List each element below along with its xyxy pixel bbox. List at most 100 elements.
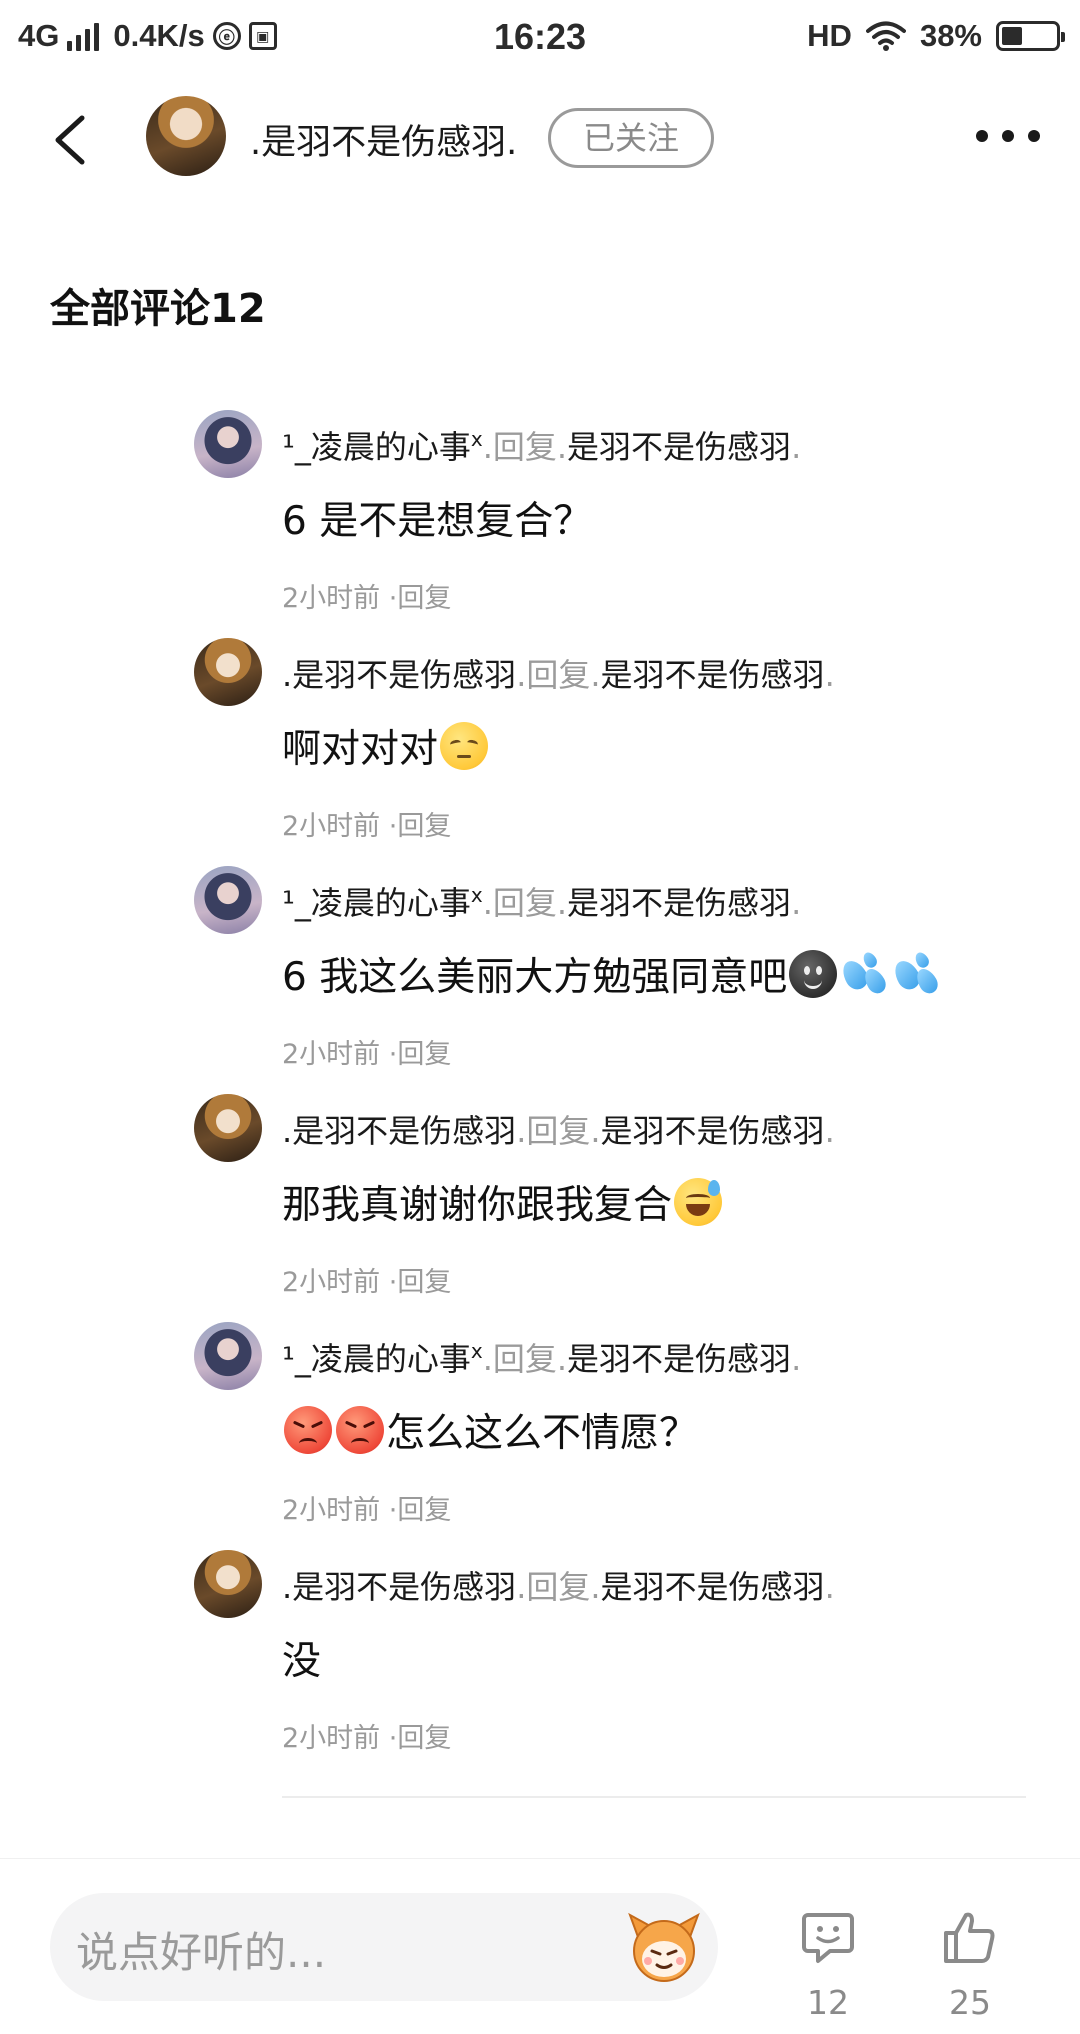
commenter-name-sup: x: [470, 427, 483, 451]
comment-input[interactable]: 说点好听的...: [50, 1893, 718, 2001]
comment-count: 12: [807, 1983, 849, 2022]
reply-separator: .回复.: [516, 656, 601, 694]
comment-meta: 2小时前 ·回复: [282, 1488, 451, 1527]
comment-text: 6 我这么美丽大方勉强同意吧: [282, 946, 943, 1002]
comment-header: .是羽不是伤感羽.回复.是羽不是伤感羽.: [282, 1562, 835, 1608]
comment-body: 啊对对对: [282, 727, 439, 772]
reply-link[interactable]: ·回复: [389, 1495, 452, 1526]
comment-meta: 2小时前 ·回复: [282, 576, 451, 615]
comment-bubble-icon[interactable]: [800, 1909, 856, 1965]
comment-time: 2小时前: [282, 1495, 381, 1526]
thumbs-up-icon[interactable]: [942, 1909, 998, 1965]
battery-percent: 38%: [919, 18, 982, 53]
reply-target-name[interactable]: 是羽不是伤感羽: [567, 428, 791, 466]
wifi-icon: [865, 21, 906, 51]
comment-header: ¹_凌晨的心事x.回复.是羽不是伤感羽.: [282, 422, 801, 468]
reply-separator: .回复.: [482, 1340, 568, 1378]
commenter-name[interactable]: ¹_凌晨的心事: [282, 428, 471, 466]
reply-target-name[interactable]: 是羽不是伤感羽: [601, 1568, 825, 1606]
reply-link[interactable]: ·回复: [389, 583, 452, 614]
reply-end-dot: .: [824, 656, 835, 694]
comment-body: 没: [282, 1639, 322, 1684]
reply-separator: .回复.: [516, 1568, 601, 1606]
commenter-avatar[interactable]: [194, 866, 262, 934]
follow-button[interactable]: 已关注: [548, 108, 714, 168]
author-name[interactable]: .是羽不是伤感羽.: [250, 114, 517, 165]
angry-face-icon: [336, 1406, 384, 1454]
commenter-name[interactable]: .是羽不是伤感羽: [282, 656, 516, 694]
commenter-name[interactable]: .是羽不是伤感羽: [282, 1112, 516, 1150]
angry-face-icon: [284, 1406, 332, 1454]
comment-meta: 2小时前 ·回复: [282, 1716, 451, 1755]
comments-heading: 全部评论12: [50, 286, 266, 332]
reply-end-dot: .: [791, 1340, 802, 1378]
reply-link[interactable]: ·回复: [389, 1039, 452, 1070]
sweat-smile-face-icon: [674, 1178, 723, 1226]
comment-header: .是羽不是伤感羽.回复.是羽不是伤感羽.: [282, 1106, 835, 1152]
status-bar: 4G 0.4K/s ⓔ ▣ 16:23 HD 38%: [0, 0, 1080, 76]
comment-item: ¹_凌晨的心事x.回复.是羽不是伤感羽. 6 是不是想复合？ 2小时前 ·回复: [0, 402, 1080, 630]
comment-body: 那我真谢谢你跟我复合: [282, 1183, 673, 1228]
comment-list: ¹_凌晨的心事x.回复.是羽不是伤感羽. 6 是不是想复合？ 2小时前 ·回复 …: [0, 402, 1080, 1770]
comment-body: 怎么这么不情愿？: [386, 1411, 699, 1456]
comment-time: 2小时前: [282, 1267, 381, 1298]
hd-label: HD: [807, 18, 852, 53]
reply-target-name[interactable]: 是羽不是伤感羽: [567, 884, 791, 922]
reply-target-name[interactable]: 是羽不是伤感羽: [601, 1112, 825, 1150]
mascot-emoji-icon[interactable]: [624, 1907, 704, 1987]
comment-item: .是羽不是伤感羽.回复.是羽不是伤感羽. 没 2小时前 ·回复: [0, 1542, 1080, 1770]
comment-time: 2小时前: [282, 1039, 381, 1070]
comment-text: 啊对对对: [282, 718, 490, 774]
reply-target-name[interactable]: 是羽不是伤感羽: [567, 1340, 791, 1378]
commenter-name[interactable]: .是羽不是伤感羽: [282, 1568, 516, 1606]
comment-page: 4G 0.4K/s ⓔ ▣ 16:23 HD 38% .是羽不是伤感羽. 已关注…: [0, 0, 1080, 2034]
reply-target-name[interactable]: 是羽不是伤感羽: [601, 656, 825, 694]
commenter-avatar[interactable]: [194, 1322, 262, 1390]
comment-header: ¹_凌晨的心事x.回复.是羽不是伤感羽.: [282, 1334, 801, 1380]
comment-text: 6 是不是想复合？: [282, 490, 592, 546]
reply-link[interactable]: ·回复: [389, 1267, 452, 1298]
battery-fill: [1002, 27, 1022, 45]
comment-body: 6 是不是想复合？: [282, 499, 593, 544]
comment-time: 2小时前: [282, 811, 381, 842]
top-nav: .是羽不是伤感羽. 已关注: [0, 86, 1080, 196]
sweat-droplets-icon: [890, 950, 942, 998]
comment-item: ¹_凌晨的心事x.回复.是羽不是伤感羽. 6 我这么美丽大方勉强同意吧 2小时前…: [0, 858, 1080, 1086]
chevron-left-icon[interactable]: [44, 110, 104, 170]
like-count: 25: [949, 1983, 991, 2022]
reply-separator: .回复.: [482, 884, 568, 922]
commenter-avatar[interactable]: [194, 410, 262, 478]
reply-separator: .回复.: [482, 428, 568, 466]
commenter-avatar[interactable]: [194, 1094, 262, 1162]
reply-end-dot: .: [824, 1568, 835, 1606]
comment-time: 2小时前: [282, 1723, 381, 1754]
commenter-avatar[interactable]: [194, 1550, 262, 1618]
comment-meta: 2小时前 ·回复: [282, 1260, 451, 1299]
pensive-face-icon: [440, 722, 489, 770]
reply-link[interactable]: ·回复: [389, 1723, 452, 1754]
comment-header: .是羽不是伤感羽.回复.是羽不是伤感羽.: [282, 650, 835, 696]
comment-text: 没: [282, 1630, 321, 1686]
author-avatar[interactable]: [146, 96, 226, 176]
more-dots-icon[interactable]: [976, 130, 1040, 142]
reply-end-dot: .: [824, 1112, 835, 1150]
reply-separator: .回复.: [516, 1112, 601, 1150]
comment-item: .是羽不是伤感羽.回复.是羽不是伤感羽. 那我真谢谢你跟我复合 2小时前 ·回复: [0, 1086, 1080, 1314]
commenter-name[interactable]: ¹_凌晨的心事: [282, 1340, 471, 1378]
comment-input-placeholder: 说点好听的...: [76, 1928, 327, 1977]
battery-icon: [996, 21, 1065, 51]
reply-end-dot: .: [791, 884, 802, 922]
comment-item: ¹_凌晨的心事x.回复.是羽不是伤感羽. 怎么这么不情愿？ 2小时前 ·回复: [0, 1314, 1080, 1542]
list-end-divider: [282, 1796, 1026, 1798]
commenter-name[interactable]: ¹_凌晨的心事: [282, 884, 471, 922]
comment-text: 那我真谢谢你跟我复合: [282, 1174, 724, 1230]
comment-meta: 2小时前 ·回复: [282, 1032, 451, 1071]
sweat-droplets-icon: [838, 950, 890, 998]
dark-smile-face-icon: [789, 950, 838, 998]
reply-link[interactable]: ·回复: [389, 811, 452, 842]
comment-header: ¹_凌晨的心事x.回复.是羽不是伤感羽.: [282, 878, 801, 924]
commenter-avatar[interactable]: [194, 638, 262, 706]
comment-body: 6 我这么美丽大方勉强同意吧: [282, 955, 788, 1000]
commenter-name-sup: x: [470, 1339, 483, 1363]
reply-end-dot: .: [791, 428, 802, 466]
